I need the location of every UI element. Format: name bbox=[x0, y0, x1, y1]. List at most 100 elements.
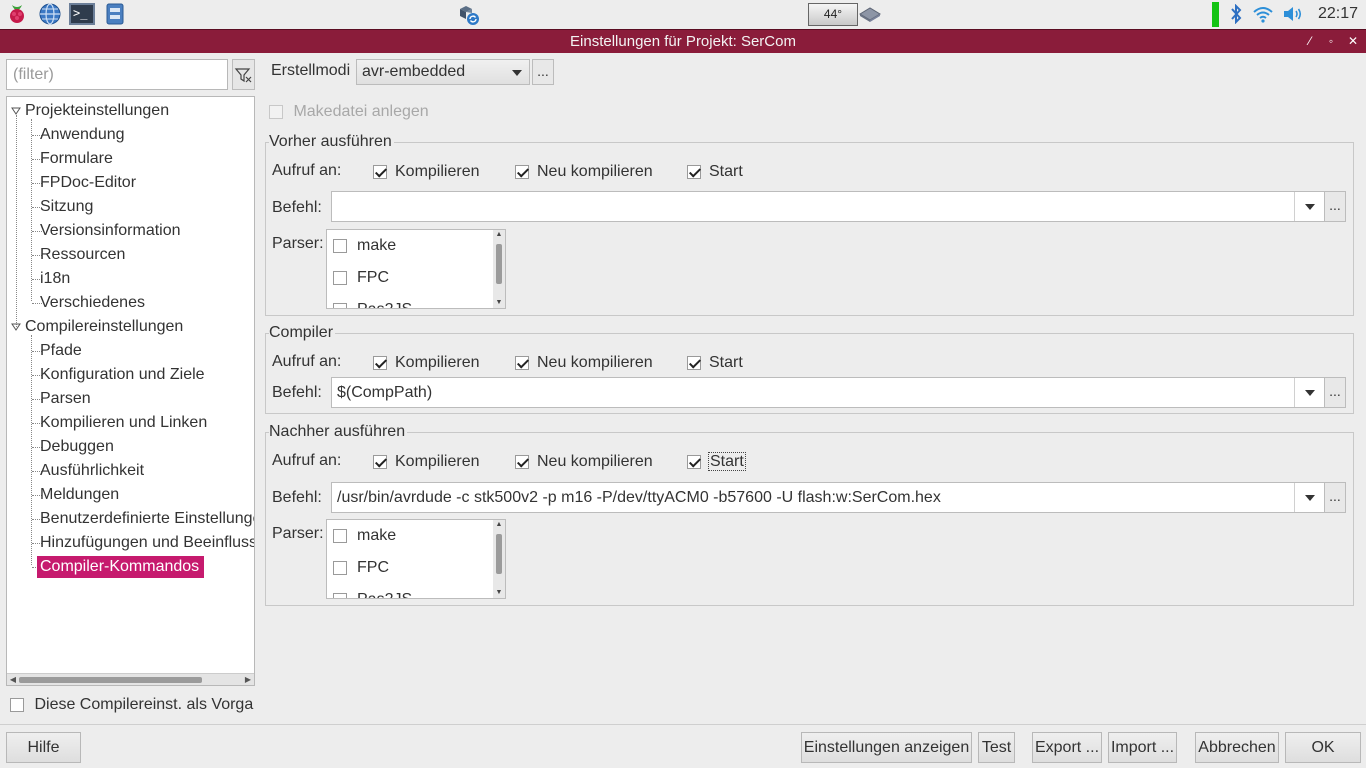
tree-item-parsen[interactable]: Parsen bbox=[40, 388, 91, 410]
parser-item-make[interactable]: make bbox=[333, 235, 396, 257]
compiler-command-input[interactable]: $(CompPath) bbox=[331, 377, 1325, 408]
options-tree[interactable]: Projekteinstellungen Compilereinstellung… bbox=[6, 96, 255, 686]
checkbox-box[interactable] bbox=[515, 454, 529, 469]
filter-input[interactable] bbox=[6, 59, 228, 90]
checkbox-box[interactable] bbox=[333, 270, 347, 285]
checkbox-box[interactable] bbox=[515, 355, 529, 370]
close-icon[interactable]: ✕ bbox=[1343, 30, 1363, 53]
compiler-command-browse-button[interactable]: ... bbox=[1324, 377, 1346, 408]
tree-item-benutzerdefinierte-einstellunge[interactable]: Benutzerdefinierte Einstellunge bbox=[40, 508, 254, 530]
volume-icon[interactable] bbox=[1282, 5, 1304, 23]
parser-item-make[interactable]: make bbox=[333, 525, 396, 547]
scroll-up-icon[interactable]: ▲ bbox=[493, 230, 505, 240]
clock[interactable]: 22:17 bbox=[1318, 5, 1358, 23]
compiler-compile-checkbox[interactable]: Kompilieren bbox=[373, 352, 479, 374]
ok-button[interactable]: OK bbox=[1285, 732, 1361, 763]
window-title-bar[interactable]: Einstellungen für Projekt: SerCom ⁄ ◦ ✕ bbox=[0, 29, 1366, 53]
tree-item-kompilieren-und-linken[interactable]: Kompilieren und Linken bbox=[40, 412, 207, 434]
scrollbar-thumb[interactable] bbox=[496, 534, 502, 574]
filter-clear-button[interactable] bbox=[232, 59, 255, 90]
tree-item-konfiguration-und-ziele[interactable]: Konfiguration und Ziele bbox=[40, 364, 205, 386]
tree-item-debuggen[interactable]: Debuggen bbox=[40, 436, 114, 458]
tree-item-fpdoc-editor[interactable]: FPDoc-Editor bbox=[40, 172, 136, 194]
update-notifier-icon[interactable] bbox=[457, 4, 481, 26]
expand-arrow-icon[interactable] bbox=[11, 322, 21, 332]
build-mode-edit-button[interactable]: ... bbox=[532, 59, 554, 85]
tree-item-pfade[interactable]: Pfade bbox=[40, 340, 82, 362]
tree-item-formulare[interactable]: Formulare bbox=[40, 148, 113, 170]
checkbox-box[interactable] bbox=[333, 302, 347, 308]
scrollbar-thumb[interactable] bbox=[19, 677, 202, 683]
tree-item-sitzung[interactable]: Sitzung bbox=[40, 196, 93, 218]
before-rebuild-checkbox[interactable]: Neu kompilieren bbox=[515, 161, 653, 183]
web-browser-icon[interactable] bbox=[38, 2, 62, 26]
before-command-input[interactable] bbox=[331, 191, 1325, 222]
scroll-right-icon[interactable]: ▶ bbox=[242, 674, 254, 685]
bluetooth-icon[interactable] bbox=[1228, 4, 1244, 24]
parser-vertical-scrollbar[interactable]: ▲ ▼ bbox=[493, 230, 505, 308]
maximize-icon[interactable]: ◦ bbox=[1321, 30, 1341, 53]
tree-item-compiler-kommandos[interactable]: Compiler-Kommandos bbox=[37, 556, 204, 578]
scroll-up-icon[interactable]: ▲ bbox=[493, 520, 505, 530]
checkbox-box[interactable] bbox=[687, 454, 701, 469]
use-as-default-checkbox[interactable]: Diese Compilereinst. als Vorga bbox=[10, 694, 253, 716]
show-options-button[interactable]: Einstellungen anzeigen bbox=[801, 732, 972, 763]
wifi-icon[interactable] bbox=[1252, 5, 1274, 23]
before-command-browse-button[interactable]: ... bbox=[1324, 191, 1346, 222]
scroll-down-icon[interactable]: ▼ bbox=[493, 298, 505, 308]
checkbox-box[interactable] bbox=[333, 238, 347, 253]
tree-item-anwendung[interactable]: Anwendung bbox=[40, 124, 125, 146]
before-parser-list[interactable]: make FPC Pas2JS ▲ ▼ bbox=[326, 229, 506, 309]
parser-item-fpc[interactable]: FPC bbox=[333, 267, 389, 289]
checkbox-box[interactable] bbox=[333, 560, 347, 575]
tree-group-project[interactable]: Projekteinstellungen bbox=[25, 100, 169, 122]
export-button[interactable]: Export ... bbox=[1032, 732, 1102, 763]
parser-item-pas2js[interactable]: Pas2JS bbox=[333, 589, 412, 598]
command-dropdown-button[interactable] bbox=[1294, 483, 1324, 512]
tree-group-compiler[interactable]: Compilereinstellungen bbox=[25, 316, 183, 338]
compiler-run-checkbox[interactable]: Start bbox=[687, 352, 743, 374]
parser-item-fpc[interactable]: FPC bbox=[333, 557, 389, 579]
tree-item-meldungen[interactable]: Meldungen bbox=[40, 484, 119, 506]
tree-item-versionsinformation[interactable]: Versionsinformation bbox=[40, 220, 181, 242]
checkbox-box[interactable] bbox=[333, 528, 347, 543]
parser-item-pas2js[interactable]: Pas2JS bbox=[333, 299, 412, 308]
expand-arrow-icon[interactable] bbox=[11, 106, 21, 116]
scroll-left-icon[interactable]: ◀ bbox=[7, 674, 19, 685]
scroll-down-icon[interactable]: ▼ bbox=[493, 588, 505, 598]
after-run-checkbox[interactable]: Start bbox=[687, 451, 746, 473]
after-rebuild-checkbox[interactable]: Neu kompilieren bbox=[515, 451, 653, 473]
removable-drive-icon[interactable] bbox=[858, 4, 882, 24]
import-button[interactable]: Import ... bbox=[1108, 732, 1177, 763]
create-makefile-checkbox[interactable]: Makedatei anlegen bbox=[269, 101, 429, 123]
after-command-browse-button[interactable]: ... bbox=[1324, 482, 1346, 513]
checkbox-box[interactable] bbox=[10, 697, 24, 712]
tree-item-verschiedenes[interactable]: Verschiedenes bbox=[40, 292, 145, 314]
before-run-checkbox[interactable]: Start bbox=[687, 161, 743, 183]
scrollbar-thumb[interactable] bbox=[496, 244, 502, 284]
checkbox-box[interactable] bbox=[373, 164, 387, 179]
after-parser-list[interactable]: make FPC Pas2JS ▲ ▼ bbox=[326, 519, 506, 599]
checkbox-box[interactable] bbox=[269, 104, 283, 119]
test-button[interactable]: Test bbox=[978, 732, 1015, 763]
raspberry-menu-icon[interactable] bbox=[5, 2, 29, 26]
checkbox-box[interactable] bbox=[373, 454, 387, 469]
build-mode-select[interactable]: avr-embedded bbox=[356, 59, 530, 85]
parser-vertical-scrollbar[interactable]: ▲ ▼ bbox=[493, 520, 505, 598]
command-dropdown-button[interactable] bbox=[1294, 192, 1324, 221]
checkbox-box[interactable] bbox=[687, 355, 701, 370]
tree-horizontal-scrollbar[interactable]: ◀ ▶ bbox=[7, 673, 254, 685]
minimize-icon[interactable]: ⁄ bbox=[1300, 30, 1320, 53]
help-button[interactable]: Hilfe bbox=[6, 732, 81, 763]
checkbox-box[interactable] bbox=[515, 164, 529, 179]
after-command-input[interactable]: /usr/bin/avrdude -c stk500v2 -p m16 -P/d… bbox=[331, 482, 1325, 513]
tree-item-ressourcen[interactable]: Ressourcen bbox=[40, 244, 125, 266]
command-dropdown-button[interactable] bbox=[1294, 378, 1324, 407]
file-manager-icon[interactable] bbox=[103, 2, 127, 26]
checkbox-box[interactable] bbox=[373, 355, 387, 370]
tree-item-ausf-hrlichkeit[interactable]: Ausführlichkeit bbox=[40, 460, 144, 482]
compiler-rebuild-checkbox[interactable]: Neu kompilieren bbox=[515, 352, 653, 374]
tree-item-hinzuf-gungen-und-beeinfluss[interactable]: Hinzufügungen und Beeinfluss bbox=[40, 532, 254, 554]
after-compile-checkbox[interactable]: Kompilieren bbox=[373, 451, 479, 473]
tree-item-i18n[interactable]: i18n bbox=[40, 268, 70, 290]
